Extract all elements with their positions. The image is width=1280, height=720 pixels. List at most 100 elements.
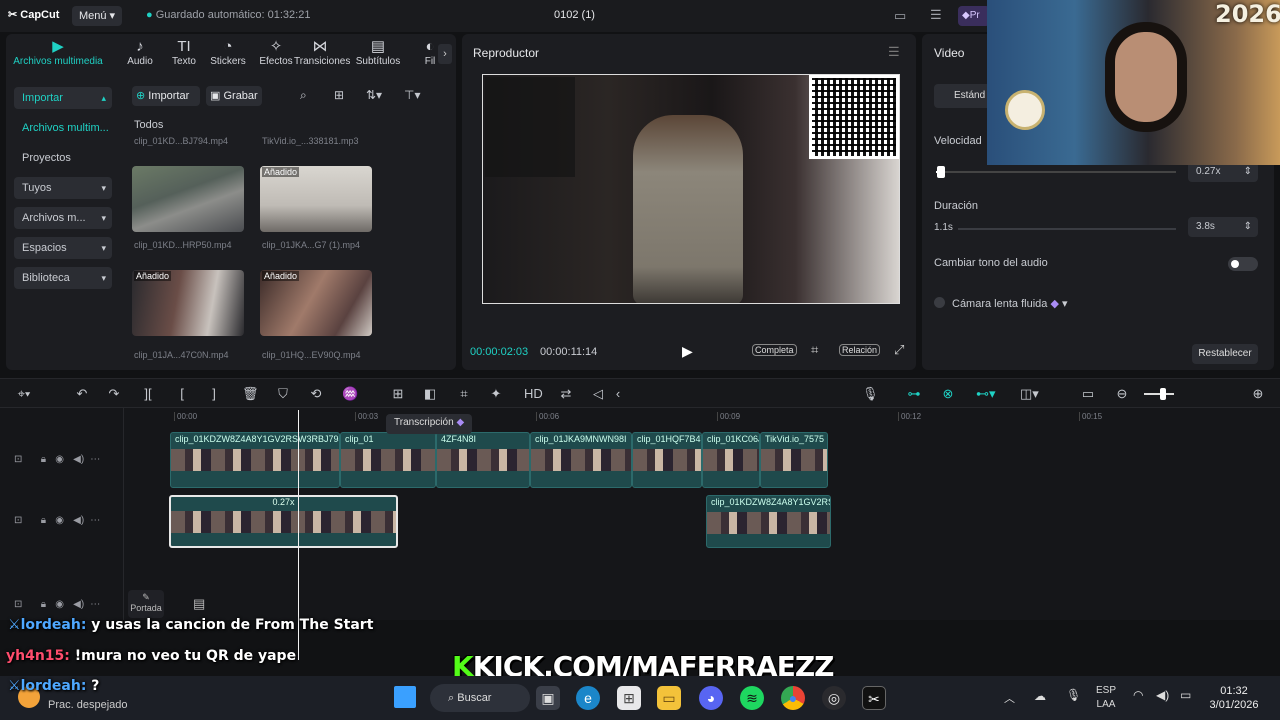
zoom-in-icon[interactable]: ⊕ (1250, 386, 1266, 402)
replace-icon[interactable]: ⇄ (558, 386, 574, 402)
taskbar-search[interactable]: ⌕ Buscar (430, 684, 530, 712)
lock-icon[interactable]: 🔒︎ (41, 454, 46, 465)
link-icon[interactable]: ⊶ (906, 386, 922, 402)
wifi-icon[interactable]: ◠ (1133, 688, 1143, 702)
sidebar-item[interactable]: Biblioteca ▾ (14, 267, 112, 289)
speed-icon[interactable]: ◁ (590, 386, 606, 402)
sort-icon[interactable]: ⇅▾ (366, 88, 382, 102)
task-view-icon[interactable]: ▣ (536, 686, 560, 710)
timeline-clip[interactable]: clip_01HQF7B4Y (632, 432, 702, 488)
mic-icon[interactable]: 🎙︎ (1066, 688, 1081, 702)
split-icon[interactable]: ][ (140, 386, 156, 402)
media-item[interactable]: Añadido clip_01HQ...EV90Q.mp4 (260, 270, 382, 360)
discord-icon[interactable]: ◕ (699, 686, 723, 710)
speaker-icon[interactable]: ◀) (73, 515, 84, 526)
speed-value[interactable]: 0.27x ⇕ (1188, 162, 1258, 182)
eye-icon[interactable]: ◉ (55, 454, 64, 465)
explorer-icon[interactable]: ▭ (657, 686, 681, 710)
player-menu-icon[interactable]: ☰ (888, 44, 900, 60)
hd-icon[interactable]: HD (524, 386, 543, 402)
full-quality-button[interactable]: Completa (752, 344, 797, 356)
tab-sticker[interactable]: ◔ Stickers (202, 38, 254, 74)
redo-icon[interactable]: ↷ (106, 386, 122, 402)
grid-view-icon[interactable]: ⊞ (334, 88, 344, 102)
lock-icon[interactable]: 🔒︎ (41, 599, 46, 610)
import-button[interactable]: ⊕ Importar (132, 86, 200, 106)
reset-button[interactable]: Restablecer (1192, 344, 1258, 364)
zoom-slider[interactable] (1144, 388, 1174, 400)
edge-icon[interactable]: e (576, 686, 600, 710)
zoom-slider-knob[interactable] (1160, 388, 1166, 400)
language-indicator[interactable]: ESP LAA (1096, 684, 1116, 712)
timeline-clip[interactable]: TikVid.io_7575 (760, 432, 828, 488)
loop-icon[interactable]: ⟲ (308, 386, 324, 402)
speed-slider-knob[interactable] (936, 166, 945, 178)
marker-icon[interactable]: ⛉ (275, 386, 291, 402)
timeline-clip[interactable]: clip_01KC06J (702, 432, 760, 488)
filter-icon[interactable]: ⊤▾ (404, 88, 420, 102)
sidebar-item[interactable]: Espacios ▾ (14, 237, 112, 259)
zoom-out-icon[interactable]: ⊖ (1114, 386, 1130, 402)
more-icon[interactable]: ⋯ (90, 454, 100, 465)
sidebar-item[interactable]: Archivos multim... (14, 117, 112, 139)
tab-subtitle[interactable]: ▤ Subtítulos (352, 38, 404, 74)
track-collapse-icon[interactable]: ⊡ (14, 599, 22, 610)
speaker-icon[interactable]: ◀) (73, 454, 84, 465)
delete-icon[interactable]: 🗑︎ (242, 386, 259, 402)
tabs-next-arrow[interactable]: › (438, 44, 452, 64)
chrome-icon[interactable]: ● (781, 686, 805, 710)
spotify-icon[interactable]: ≋ (740, 686, 764, 710)
play-icon[interactable]: ▶ (682, 343, 693, 360)
selected-clip[interactable]: 0.27x (169, 495, 398, 548)
timeline-clip[interactable]: clip_01 (340, 432, 436, 488)
freeze-icon[interactable]: ⊞ (390, 386, 406, 402)
screenshot-icon[interactable]: ⌗ (811, 342, 818, 358)
tab-transition[interactable]: ⋈ Transiciones (294, 38, 350, 74)
obs-icon[interactable]: ◎ (822, 686, 846, 710)
media-item[interactable]: Añadido clip_01JA...47C0N.mp4 (132, 270, 254, 360)
sidebar-item[interactable]: Importar ▴ (14, 87, 112, 109)
track-collapse-icon[interactable]: ⊡ (14, 454, 22, 465)
timeline-clip[interactable]: clip_01JKA9MNWN98I (530, 432, 632, 488)
onedrive-icon[interactable]: ☁ (1034, 689, 1046, 703)
split-left-icon[interactable]: [ (174, 386, 190, 402)
speed-slider[interactable] (936, 166, 1176, 178)
audio-fx-icon[interactable]: ♒ (342, 386, 358, 402)
sidebar-item[interactable]: Proyectos secun... (14, 147, 112, 186)
undo-icon[interactable]: ↶ (74, 386, 90, 402)
tab-media[interactable]: ▶ Archivos multimedia (6, 38, 110, 74)
windows-start-icon[interactable] (394, 686, 416, 708)
snap-icon[interactable]: ⊷▾ (976, 386, 996, 402)
preview-icon[interactable]: ◫▾ (1020, 386, 1039, 402)
capcut-task-icon[interactable]: ✂ (862, 686, 886, 710)
speaker-icon[interactable]: ◀) (73, 599, 84, 610)
standard-tab[interactable]: Estánd (934, 84, 994, 108)
timeline-clip[interactable]: clip_01KDZW8Z4A8Y1GV2RSW3RBJ794.mp4 (170, 432, 340, 488)
shortcut-icon[interactable]: ☰ (930, 7, 942, 23)
mic-icon[interactable]: 🎙︎ (862, 386, 879, 402)
caption-icon[interactable]: ▭ (1080, 386, 1096, 402)
select-icon[interactable]: ⌖▾ (16, 386, 32, 402)
volume-icon[interactable]: ◀) (1156, 688, 1169, 702)
eye-icon[interactable]: ◉ (55, 599, 64, 610)
pro-button[interactable]: ◆Pr (958, 6, 990, 26)
media-item[interactable]: clip_01KD...HRP50.mp4 (132, 166, 254, 250)
track-collapse-icon[interactable]: ⊡ (14, 515, 22, 526)
layout-icon[interactable]: ▭ (894, 8, 906, 24)
eye-icon[interactable]: ◉ (55, 515, 64, 526)
split-right-icon[interactable]: ] (206, 386, 222, 402)
more-icon[interactable]: ⋯ (90, 599, 100, 610)
duration-value[interactable]: 3.8s ⇕ (1188, 217, 1258, 237)
clock[interactable]: 01:32 3/01/2026 (1206, 684, 1262, 712)
menu-button[interactable]: Menú ▾ (72, 6, 122, 26)
fullscreen-icon[interactable]: ⤢ (894, 342, 904, 358)
aspect-ratio-button[interactable]: Relación (839, 344, 881, 356)
magnet-icon[interactable]: ⊗ (940, 386, 956, 402)
prev-icon[interactable]: ‹ (610, 386, 626, 402)
battery-icon[interactable]: ▭ (1180, 688, 1191, 702)
pitch-toggle[interactable] (1228, 257, 1258, 271)
store-icon[interactable]: ⊞ (617, 686, 641, 710)
crop-icon[interactable]: ⌗ (456, 386, 472, 402)
overlay-clip[interactable]: clip_01KDZW8Z4A8Y1GV2RS (706, 495, 831, 548)
timeline-clip[interactable]: 4ZF4N8I (436, 432, 530, 488)
